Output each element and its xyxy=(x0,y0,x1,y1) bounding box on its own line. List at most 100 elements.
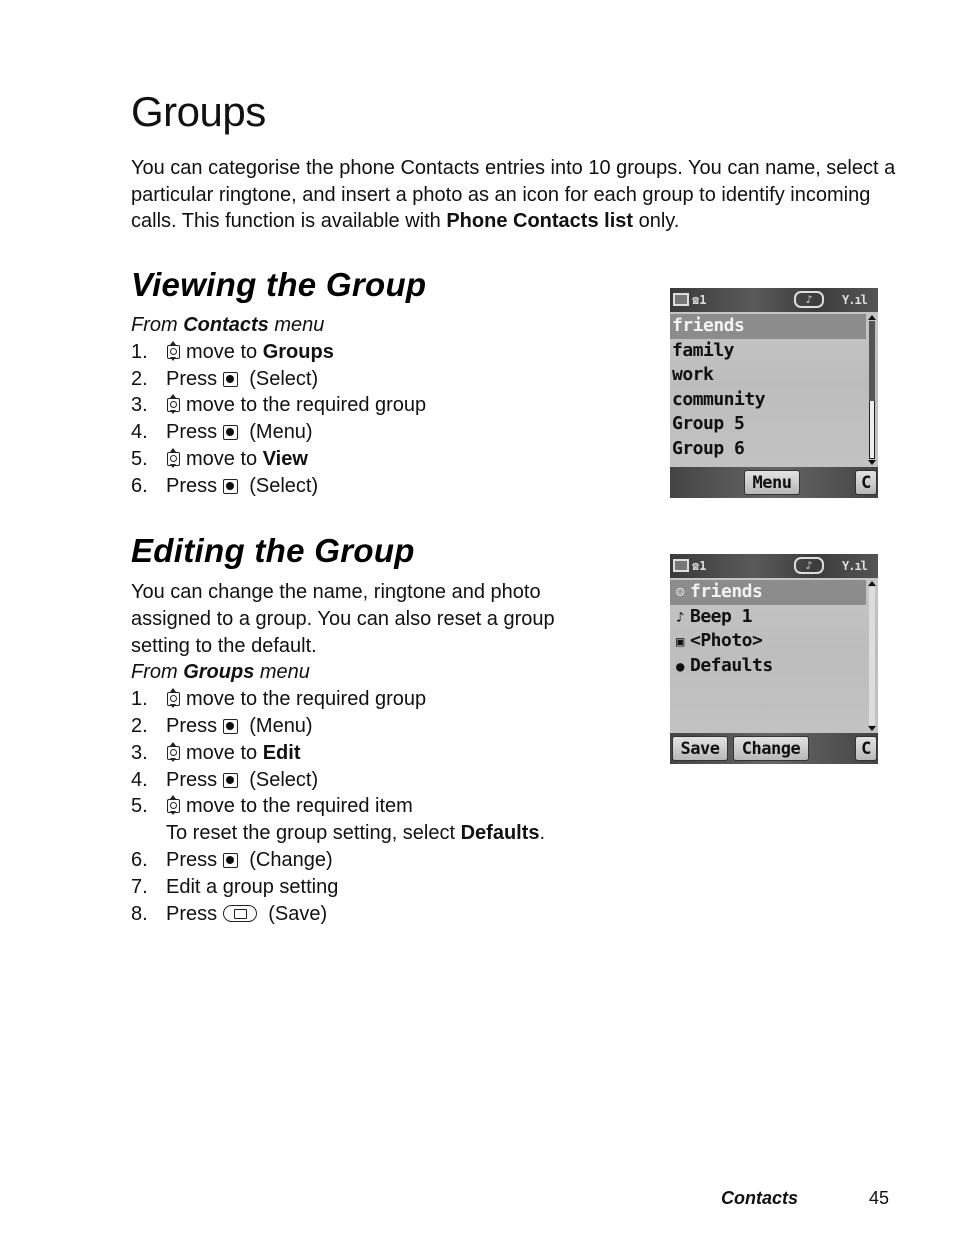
group-setting-item[interactable]: ▣ <Photo> xyxy=(670,629,866,654)
group-setting-item[interactable]: ♪ Beep 1 xyxy=(670,605,866,630)
photo-icon: ▣ xyxy=(676,634,684,651)
setting-label: Beep 1 xyxy=(690,605,753,627)
navigation-key-icon xyxy=(166,340,180,361)
person-icon: ☺ xyxy=(676,585,684,601)
battery-icon xyxy=(673,293,689,306)
step-number: 5. xyxy=(131,795,148,818)
group-list-item[interactable]: work xyxy=(670,363,866,388)
step-number: 4. xyxy=(131,421,148,444)
note-end: . xyxy=(539,822,546,845)
step-text: move to the required group xyxy=(166,392,631,419)
setting-label: friends xyxy=(690,581,763,602)
ringtone-icon: ♪ xyxy=(794,291,824,308)
group-list-item[interactable]: family xyxy=(670,339,866,364)
scroll-down-icon xyxy=(868,726,876,731)
step-item: 3. move to Edit xyxy=(131,740,611,767)
step-number: 1. xyxy=(131,340,148,363)
clear-softkey[interactable]: C xyxy=(855,736,877,761)
group-setting-item[interactable]: ● Defaults xyxy=(670,654,866,679)
group-list-item[interactable]: Group 5 xyxy=(670,412,866,437)
group-list-item[interactable]: friends xyxy=(670,314,866,339)
editing-phone-screen: ☎1 ♪ Y.ıl ☺ friends ♪ Beep 1 ▣ <Photo> ● Defaul… xyxy=(670,554,878,764)
step-action: Press xyxy=(166,367,223,390)
from-prefix: From xyxy=(131,314,184,336)
from-menu-name: Groups xyxy=(183,661,255,684)
from-prefix: From xyxy=(131,661,184,684)
softkey-bar: Save Change C xyxy=(670,733,878,764)
page-number: 45 xyxy=(869,1188,890,1208)
step-item: 7. Edit a group setting xyxy=(131,874,611,901)
from-suffix: menu xyxy=(254,661,310,684)
step-number: 5. xyxy=(131,447,148,470)
footer-section-name: Contacts xyxy=(721,1188,799,1208)
select-key-icon xyxy=(222,852,238,868)
viewing-steps-list: 1. move to Groups 2. Press (Select) 3. move t… xyxy=(131,339,631,500)
select-key-icon xyxy=(222,772,238,788)
step-action: Press xyxy=(166,848,223,871)
step-item: 6. Press (Select) xyxy=(131,473,631,500)
step-suffix: (Change) xyxy=(243,848,333,871)
step-text: Press (Change) xyxy=(166,847,611,874)
clear-softkey[interactable]: C xyxy=(855,470,877,495)
step-item: 2. Press (Select) xyxy=(131,366,631,393)
defaults-circle-icon: ● xyxy=(676,658,684,675)
select-key-icon xyxy=(222,718,238,734)
scroll-thumb[interactable] xyxy=(869,587,875,725)
menu-softkey[interactable]: Menu xyxy=(744,470,800,495)
step-item: 1. move to the required group xyxy=(131,686,611,713)
step-number: 1. xyxy=(131,688,148,711)
group-list-item[interactable]: Group 6 xyxy=(670,437,866,462)
step-item: 4. Press (Select) xyxy=(131,767,611,794)
ringtone-icon: ♪ xyxy=(794,557,824,574)
group-list-item[interactable]: community xyxy=(670,388,866,413)
from-menu-name: Contacts xyxy=(183,314,269,336)
step-number: 4. xyxy=(131,768,148,791)
change-softkey[interactable]: Change xyxy=(733,736,809,761)
step-action: move to the required group xyxy=(186,688,427,711)
setting-label: Defaults xyxy=(690,654,773,676)
navigation-key-icon xyxy=(166,394,180,415)
scroll-up-icon xyxy=(868,581,876,586)
step-action: move to the required item xyxy=(186,795,413,818)
step-text: move to the required group xyxy=(166,686,611,713)
group-settings-list: ☺ friends ♪ Beep 1 ▣ <Photo> ● Defaults xyxy=(670,580,866,678)
editing-section-title: Editing the Group xyxy=(131,532,415,569)
soft-key-icon xyxy=(222,904,257,922)
viewing-instructions: From Contacts menu 1. move to Groups 2. Pre… xyxy=(131,312,631,500)
scroll-up-icon xyxy=(868,315,876,320)
viewing-from-line: From Contacts menu xyxy=(131,312,631,339)
step-target: View xyxy=(262,447,308,470)
step-action: move to xyxy=(186,340,263,363)
navigation-key-icon xyxy=(166,795,180,816)
step-action: Press xyxy=(166,421,223,444)
step-number: 2. xyxy=(131,367,148,390)
navigation-key-icon xyxy=(166,447,180,468)
step-text: Press (Select) xyxy=(166,767,611,794)
music-note-icon: ♪ xyxy=(676,609,684,626)
editing-steps-list: 1. move to the required group 2. Press (Men… xyxy=(131,686,611,927)
page-title: Groups xyxy=(131,88,266,135)
status-bar: ☎1 ♪ Y.ıl xyxy=(670,288,878,312)
scrollbar[interactable] xyxy=(868,581,876,731)
step-item: 8. Press (Save) xyxy=(131,901,611,928)
step-text: move to Groups xyxy=(166,339,631,366)
scroll-thumb[interactable] xyxy=(869,321,875,401)
step-action: Press xyxy=(166,714,223,737)
scrollbar[interactable] xyxy=(868,315,876,465)
step-suffix: (Select) xyxy=(243,474,319,497)
status-bar: ☎1 ♪ Y.ıl xyxy=(670,554,878,578)
step-action: Press xyxy=(166,768,223,791)
softkey-bar: Menu C xyxy=(670,467,878,498)
step-action: Edit a group setting xyxy=(166,875,339,898)
intro-paragraph: You can categorise the phone Contacts en… xyxy=(131,155,911,235)
group-setting-item[interactable]: ☺ friends xyxy=(670,580,866,605)
from-suffix: menu xyxy=(268,314,325,336)
step-target: Edit xyxy=(262,741,301,764)
step-number: 8. xyxy=(131,902,148,925)
step-item: 2. Press (Menu) xyxy=(131,713,611,740)
battery-icon xyxy=(673,559,689,572)
save-softkey[interactable]: Save xyxy=(672,736,728,761)
step-text: move to the required item xyxy=(166,793,611,820)
line-icon: ☎1 xyxy=(692,293,707,307)
step-suffix: (Menu) xyxy=(243,714,313,737)
